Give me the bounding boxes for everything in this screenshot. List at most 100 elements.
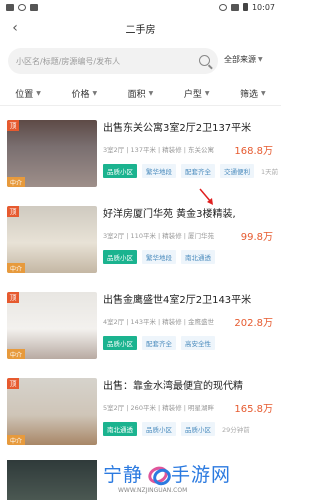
chevron-down-icon: ▼ xyxy=(258,56,263,63)
feature-tag: 品质小区 xyxy=(103,164,137,178)
back-icon[interactable]: ‹ xyxy=(6,18,24,38)
top-badge: 顶 xyxy=(7,292,19,303)
feature-tag: 繁华地段 xyxy=(142,164,176,178)
notification-icon xyxy=(6,3,14,11)
listing-card[interactable]: 顶 中介 出售：靠金水湾最便宜的现代精 5室2厅 | 260平米 | 精装修 | 明星… xyxy=(0,370,281,450)
listing-meta: 5室2厅 | 260平米 | 精装修 | 明星湖畔 165.8万 xyxy=(103,402,277,415)
listing-title: 出售：靠金水湾最便宜的现代精 xyxy=(103,381,243,392)
listing-area: 143平米 xyxy=(130,318,156,326)
chevron-down-icon: ▼ xyxy=(204,90,210,97)
search-icon[interactable] xyxy=(199,55,210,66)
filter-more[interactable]: 筛选 ▼ xyxy=(240,87,266,100)
watermark-text-right: 手游网 xyxy=(171,463,232,486)
chevron-down-icon: ▼ xyxy=(92,90,98,97)
feature-tag: 品质小区 xyxy=(103,250,137,264)
feature-tag: 南北通透 xyxy=(181,250,215,264)
watermark-icon xyxy=(146,464,168,482)
filter-area[interactable]: 面积 ▼ xyxy=(128,87,154,100)
listing-tags: 南北通透 品质小区 品质小区 29分钟前 xyxy=(103,422,277,436)
filter-bar: 位置 ▼ 价格 ▼ 面积 ▼ 户型 ▼ 筛选 ▼ xyxy=(0,82,281,106)
search-input[interactable] xyxy=(16,56,196,66)
listing-community: 明星湖畔 xyxy=(188,404,214,412)
feature-tag: 品质小区 xyxy=(181,422,215,436)
watermark-text-left: 宁静 xyxy=(103,463,144,486)
listing-decor: 精装修 xyxy=(162,404,182,412)
filter-price[interactable]: 价格 ▼ xyxy=(71,87,97,100)
listing-area: 110平米 xyxy=(130,232,156,240)
filter-price-label: 价格 xyxy=(71,90,90,100)
listing-community: 金鹰盛世 xyxy=(188,318,214,326)
listing-tags: 品质小区 配套齐全 高安全性 xyxy=(103,336,277,350)
listing-layout: 3室2厅 xyxy=(103,146,125,154)
listing-photo[interactable] xyxy=(7,460,97,500)
filter-more-label: 筛选 xyxy=(240,90,259,100)
agent-badge: 中介 xyxy=(7,263,25,273)
feature-tag: 配套齐全 xyxy=(181,164,215,178)
search-box[interactable] xyxy=(8,48,218,74)
listing-photo[interactable]: 顶 中介 xyxy=(7,292,97,359)
chevron-down-icon: ▼ xyxy=(148,90,154,97)
listing-card[interactable]: 顶 中介 好洋房厦门华苑 黄金3楼精装, 3室2厅 | 110平米 | 精装修 | 厦… xyxy=(0,198,281,278)
top-badge: 顶 xyxy=(7,378,19,389)
status-right-icons: 10:07 xyxy=(218,2,275,12)
feature-tag: 南北通透 xyxy=(103,422,137,436)
listing-info: 出售金鹰盛世4室2厅2卫143平米 4室2厅 | 143平米 | 精装修 | 金鹰盛世… xyxy=(103,294,277,350)
feature-tag: 交通便利 xyxy=(220,164,254,178)
listing-info: 好洋房厦门华苑 黄金3楼精装, 3室2厅 | 110平米 | 精装修 | 厦门华苑 9… xyxy=(103,208,277,264)
annotation-arrow-icon xyxy=(199,188,213,205)
listing-tags: 品质小区 繁华地段 配套齐全 交通便利 1天前 xyxy=(103,164,278,178)
page-title: 二手房 xyxy=(125,24,156,36)
filter-layout-label: 户型 xyxy=(183,90,202,100)
watermark-url: WWW.NZJINGUAN.COM xyxy=(118,487,188,494)
battery-icon xyxy=(242,3,248,11)
listing-community: 厦门华苑 xyxy=(188,232,214,240)
feature-tag: 品质小区 xyxy=(142,422,176,436)
listing-photo[interactable]: 顶 中介 xyxy=(7,206,97,273)
listing-price: 202.8万 xyxy=(234,318,273,329)
listing-title: 出售东关公寓3室2厅2卫137平米 xyxy=(103,123,252,134)
agent-badge: 中介 xyxy=(7,435,25,445)
listing-title: 出售金鹰盛世4室2厅2卫143平米 xyxy=(103,295,252,306)
agent-badge: 中介 xyxy=(7,349,25,359)
listing-decor: 精装修 xyxy=(162,318,182,326)
app-icon xyxy=(30,3,38,11)
feature-tag: 品质小区 xyxy=(103,336,137,350)
listing-time: 29分钟前 xyxy=(222,426,250,434)
listing-card[interactable]: 顶 中介 出售金鹰盛世4室2厅2卫143平米 4室2厅 | 143平米 | 精装修 |… xyxy=(0,284,281,364)
filter-area-label: 面积 xyxy=(127,90,146,100)
listing-meta: 4室2厅 | 143平米 | 精装修 | 金鹰盛世 202.8万 xyxy=(103,316,277,329)
listing-title: 好洋房厦门华苑 黄金3楼精装, xyxy=(103,209,236,220)
listing-layout: 5室2厅 xyxy=(103,404,125,412)
status-time: 10:07 xyxy=(251,2,275,12)
filter-layout[interactable]: 户型 ▼ xyxy=(184,87,210,100)
listing-meta: 3室2厅 | 137平米 | 精装修 | 东关公寓 168.8万 xyxy=(103,144,277,157)
status-left-icons xyxy=(6,3,38,11)
app-header: ‹ 二手房 xyxy=(0,14,281,42)
listing-meta: 3室2厅 | 110平米 | 精装修 | 厦门华苑 99.8万 xyxy=(103,230,277,243)
feature-tag: 配套齐全 xyxy=(142,336,176,350)
chevron-down-icon: ▼ xyxy=(36,90,41,97)
signal-icon xyxy=(230,3,239,11)
listing-photo[interactable]: 顶 中介 xyxy=(7,378,97,445)
listing-layout: 4室2厅 xyxy=(103,318,125,326)
listing-card[interactable]: 顶 中介 出售东关公寓3室2厅2卫137平米 3室2厅 | 137平米 | 精装修 |… xyxy=(0,112,281,192)
listing-photo[interactable]: 顶 中介 xyxy=(7,120,97,187)
listing-decor: 精装修 xyxy=(162,232,182,240)
filter-location-label: 位置 xyxy=(15,90,34,100)
sync-icon xyxy=(18,3,26,11)
listing-decor: 精装修 xyxy=(162,146,182,154)
source-dropdown[interactable]: 全部来源 ▼ xyxy=(224,54,263,65)
top-badge: 顶 xyxy=(7,120,19,131)
wifi-icon xyxy=(218,3,227,11)
search-row: 全部来源 ▼ xyxy=(0,48,281,74)
chevron-down-icon: ▼ xyxy=(261,90,266,97)
listing-tags: 品质小区 繁华地段 南北通透 xyxy=(103,250,277,264)
filter-location[interactable]: 位置 ▼ xyxy=(15,87,41,100)
source-dropdown-label: 全部来源 xyxy=(224,55,256,64)
feature-tag: 高安全性 xyxy=(181,336,215,350)
listing-area: 260平米 xyxy=(130,404,156,412)
agent-badge: 中介 xyxy=(7,177,25,187)
feature-tag: 繁华地段 xyxy=(142,250,176,264)
listing-area: 137平米 xyxy=(130,146,156,154)
status-bar: 10:07 xyxy=(0,0,281,14)
